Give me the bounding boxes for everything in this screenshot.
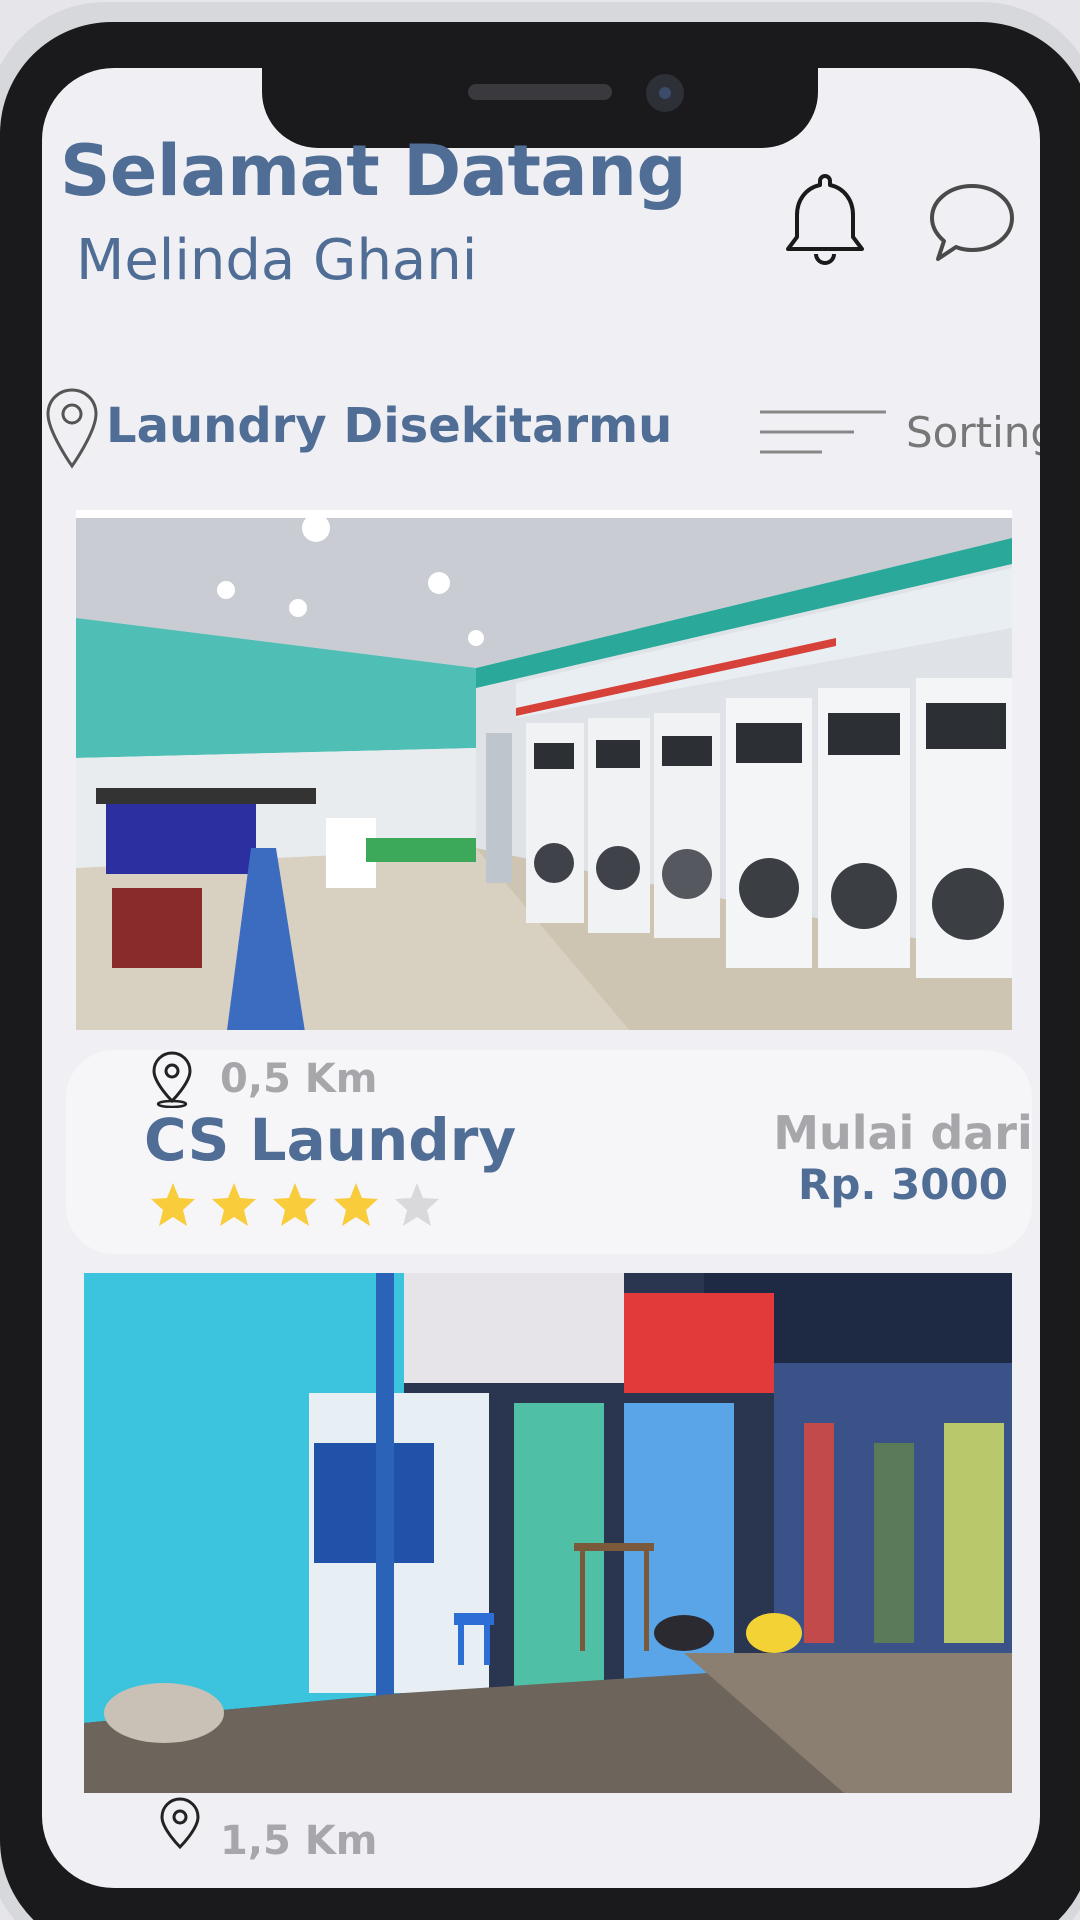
distance-label: 0,5 Km — [220, 1056, 378, 1102]
map-pin-icon — [46, 388, 98, 469]
rating-stars — [148, 1180, 442, 1230]
price-value: Rp. 3000 — [798, 1160, 1008, 1209]
star-filled-icon — [151, 1183, 195, 1226]
distance-pin-icon — [160, 1797, 200, 1850]
star-empty-icon — [395, 1183, 439, 1226]
price-prefix: Mulai dari — [773, 1106, 1033, 1160]
distance-pin-icon — [152, 1051, 192, 1108]
star-filled-icon — [273, 1183, 317, 1226]
chat-icon[interactable] — [926, 178, 1018, 270]
star-filled-icon — [212, 1183, 256, 1226]
star-filled-icon — [334, 1183, 378, 1226]
laundromat-interior-photo[interactable] — [76, 510, 1012, 1030]
distance-label: 1,5 Km — [220, 1818, 378, 1864]
laundromat-interior-illustration — [76, 518, 1012, 1030]
screen-content: Selamat Datang Melinda Ghani Laundry Dis… — [42, 0, 1040, 1888]
user-name: Melinda Ghani — [76, 228, 478, 293]
bell-icon[interactable] — [780, 168, 870, 268]
sort-button-label[interactable]: Sorting — [906, 408, 1040, 457]
laundry-name[interactable]: CS Laundry — [144, 1106, 516, 1174]
greeting-title: Selamat Datang — [60, 130, 687, 212]
storefront-illustration — [84, 1273, 1012, 1793]
laundry-storefront-photo[interactable] — [84, 1273, 1012, 1793]
section-title: Laundry Disekitarmu — [106, 398, 673, 454]
sort-lines-icon[interactable] — [758, 404, 888, 464]
